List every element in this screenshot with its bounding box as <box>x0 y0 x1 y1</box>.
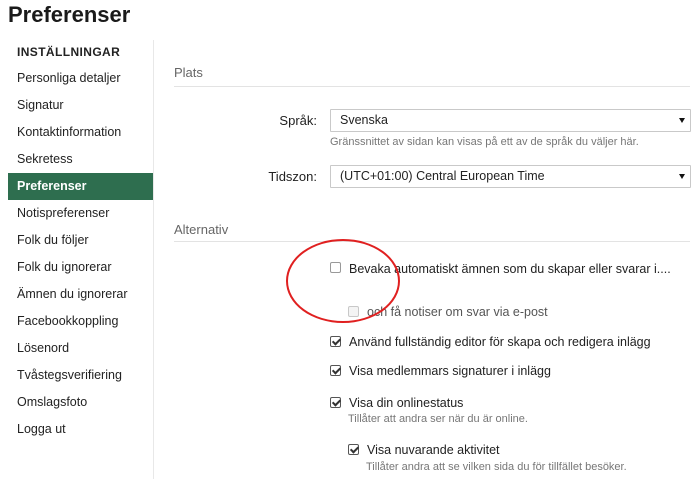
sidebar-item-personliga-detaljer[interactable]: Personliga detaljer <box>8 65 153 92</box>
option-full-editor[interactable]: Använd fullständig editor för skapa och … <box>330 334 651 350</box>
option-notify-replies[interactable]: och få notiser om svar via e-post <box>348 304 548 320</box>
full-editor-label: Använd fullständig editor för skapa och … <box>349 335 651 349</box>
option-online-status[interactable]: Visa din onlinestatus <box>330 395 463 411</box>
online-status-hint: Tillåter att andra ser när du är online. <box>348 413 528 425</box>
section-divider <box>174 86 690 87</box>
sidebar-item-facebookkoppling[interactable]: Facebookkoppling <box>8 308 153 335</box>
watch-topics-label: Bevaka automatiskt ämnen som du skapar e… <box>349 262 671 276</box>
option-show-signatures[interactable]: Visa medlemmars signaturer i inlägg <box>330 363 551 379</box>
chevron-down-icon <box>679 174 685 179</box>
option-current-activity[interactable]: Visa nuvarande aktivitet <box>348 442 500 458</box>
sidebar-item-kontaktinformation[interactable]: Kontaktinformation <box>8 119 153 146</box>
sidebar-item-notispreferenser[interactable]: Notispreferenser <box>8 200 153 227</box>
page-title: Preferenser <box>8 2 131 27</box>
current-activity-hint: Tillåter andra att se vilken sida du för… <box>366 461 627 473</box>
online-status-checkbox[interactable] <box>330 397 341 408</box>
sidebar-item-amnen-du-ignorerar[interactable]: Ämnen du ignorerar <box>8 281 153 308</box>
sidebar-item-folk-du-foljer[interactable]: Folk du följer <box>8 227 153 254</box>
timezone-label: Tidszon: <box>268 169 317 184</box>
notify-replies-label: och få notiser om svar via e-post <box>367 305 548 319</box>
sidebar-item-losenord[interactable]: Lösenord <box>8 335 153 362</box>
language-select-value: Svenska <box>340 113 388 127</box>
sidebar-item-tvastegsverifiering[interactable]: Tvåstegsverifiering <box>8 362 153 389</box>
sidebar-item-logga-ut[interactable]: Logga ut <box>8 416 153 443</box>
language-hint: Gränssnittet av sidan kan visas på ett a… <box>330 136 639 148</box>
current-activity-checkbox[interactable] <box>348 444 359 455</box>
online-status-label: Visa din onlinestatus <box>349 396 464 410</box>
sidebar-heading: INSTÄLLNINGAR <box>17 45 121 59</box>
watch-topics-checkbox[interactable] <box>330 262 341 273</box>
section-title-alternativ: Alternativ <box>174 222 229 237</box>
show-signatures-label: Visa medlemmars signaturer i inlägg <box>349 364 551 378</box>
sidebar-nav: Personliga detaljer Signatur Kontaktinfo… <box>8 65 153 443</box>
language-label: Språk: <box>279 113 317 128</box>
current-activity-label: Visa nuvarande aktivitet <box>367 443 500 457</box>
language-select[interactable]: Svenska <box>330 109 691 132</box>
preferences-content: Plats Språk: Svenska Gränssnittet av sid… <box>153 40 700 479</box>
notify-replies-checkbox[interactable] <box>348 306 359 317</box>
section-divider <box>174 241 690 242</box>
timezone-select[interactable]: (UTC+01:00) Central European Time <box>330 165 691 188</box>
sidebar-item-signatur[interactable]: Signatur <box>8 92 153 119</box>
full-editor-checkbox[interactable] <box>330 336 341 347</box>
sidebar-item-omslagsfoto[interactable]: Omslagsfoto <box>8 389 153 416</box>
chevron-down-icon <box>679 118 685 123</box>
option-watch-topics[interactable]: Bevaka automatiskt ämnen som du skapar e… <box>330 260 690 278</box>
sidebar-item-sekretess[interactable]: Sekretess <box>8 146 153 173</box>
sidebar-item-folk-du-ignorerar[interactable]: Folk du ignorerar <box>8 254 153 281</box>
section-title-plats: Plats <box>174 65 203 80</box>
timezone-select-value: (UTC+01:00) Central European Time <box>340 169 545 183</box>
settings-sidebar: INSTÄLLNINGAR Personliga detaljer Signat… <box>0 40 153 479</box>
sidebar-item-preferenser[interactable]: Preferenser <box>8 173 153 200</box>
show-signatures-checkbox[interactable] <box>330 365 341 376</box>
